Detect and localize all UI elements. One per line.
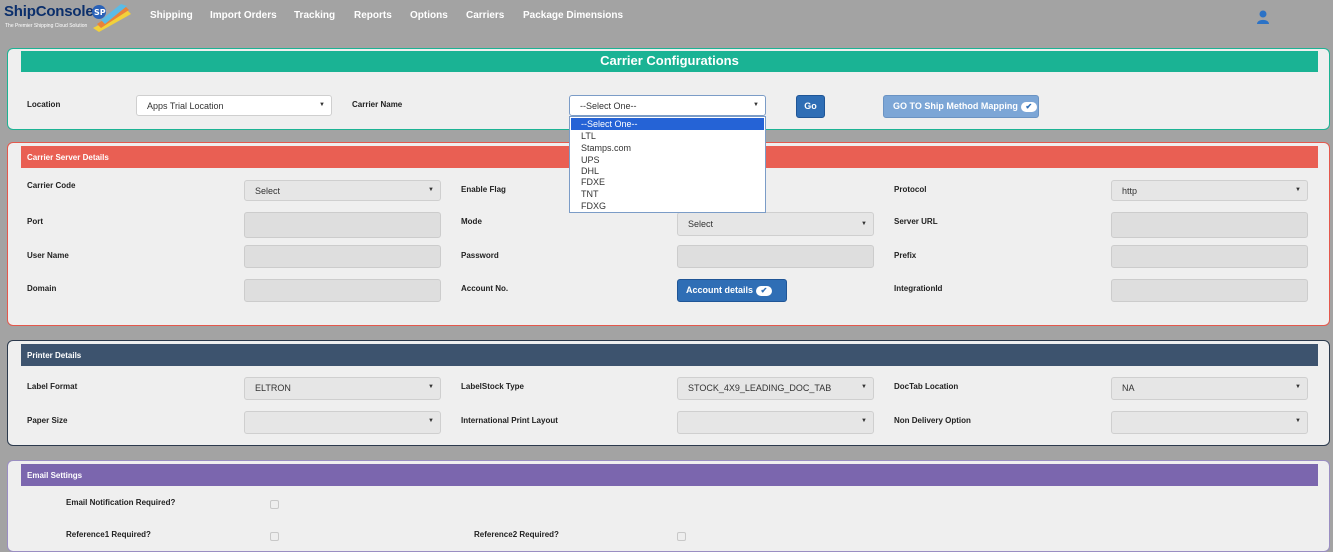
- carrier-name-value: --Select One--: [580, 101, 637, 111]
- password-label: Password: [461, 251, 499, 260]
- carrier-name-label: Carrier Name: [352, 100, 403, 109]
- chevron-down-icon: ▼: [1295, 384, 1301, 390]
- port-input[interactable]: [244, 212, 441, 238]
- nav-tracking[interactable]: Tracking: [294, 10, 335, 21]
- mode-value: Select: [688, 219, 714, 229]
- integration-id-input[interactable]: [1111, 279, 1308, 302]
- chevron-down-icon: ▼: [319, 102, 325, 108]
- paper-size-select[interactable]: ▼: [244, 411, 441, 434]
- mode-label: Mode: [461, 217, 482, 226]
- email-notification-checkbox[interactable]: [270, 500, 279, 509]
- protocol-label: Protocol: [894, 185, 927, 194]
- logo-graphic-icon: SP: [92, 4, 131, 32]
- email-notification-label: Email Notification Required?: [66, 498, 176, 507]
- user-name-input[interactable]: [244, 245, 441, 268]
- user-icon[interactable]: [1255, 9, 1271, 25]
- carrier-option[interactable]: Stamps.com: [571, 142, 764, 154]
- location-value: Apps Trial Location: [147, 101, 224, 111]
- protocol-value: http: [1122, 186, 1138, 196]
- chevron-down-icon: ▼: [861, 221, 867, 227]
- carrier-option[interactable]: FDXG: [571, 200, 764, 212]
- integration-id-label: IntegrationId: [894, 284, 943, 293]
- account-no-label: Account No.: [461, 284, 509, 293]
- server-url-label: Server URL: [894, 217, 938, 226]
- prefix-label: Prefix: [894, 251, 917, 260]
- doctab-location-value: NA: [1122, 383, 1135, 393]
- nav-reports[interactable]: Reports: [354, 10, 392, 21]
- doctab-location-label: DocTab Location: [894, 382, 959, 391]
- logo-tagline: The Premier Shipping Cloud Solution: [5, 23, 88, 29]
- location-label: Location: [27, 100, 61, 109]
- email-settings-header: [21, 464, 1318, 486]
- svg-text:SP: SP: [94, 8, 106, 17]
- reference1-label: Reference1 Required?: [66, 530, 151, 539]
- location-select[interactable]: Apps Trial Location ▼: [136, 95, 332, 116]
- labelstock-type-value: STOCK_4X9_LEADING_DOC_TAB: [688, 383, 832, 393]
- port-label: Port: [27, 217, 43, 226]
- carrier-option[interactable]: --Select One--: [571, 118, 764, 130]
- non-delivery-option-label: Non Delivery Option: [894, 416, 971, 425]
- page-title: Carrier Configurations: [600, 53, 739, 68]
- carrier-code-label: Carrier Code: [27, 181, 76, 190]
- mode-select[interactable]: Select ▼: [677, 212, 874, 236]
- label-format-label: Label Format: [27, 382, 78, 391]
- chevron-down-icon: ▼: [428, 187, 434, 193]
- chevron-down-icon: ▼: [861, 384, 867, 390]
- carrier-option[interactable]: TNT: [571, 188, 764, 200]
- printer-details-title: Printer Details: [27, 351, 82, 360]
- server-url-input[interactable]: [1111, 212, 1308, 238]
- user-name-label: User Name: [27, 251, 69, 260]
- international-print-layout-select[interactable]: ▼: [677, 411, 874, 434]
- non-delivery-option-select[interactable]: ▼: [1111, 411, 1308, 434]
- go-button[interactable]: Go: [796, 95, 825, 118]
- carrier-option[interactable]: FDXE: [571, 176, 764, 188]
- chevron-down-icon: ▼: [428, 384, 434, 390]
- logo-text: ShipConsole: [4, 3, 94, 20]
- domain-input[interactable]: [244, 279, 441, 302]
- ship-method-mapping-button[interactable]: GO TO Ship Method Mapping ✔: [883, 95, 1039, 118]
- carrier-server-title: Carrier Server Details: [27, 153, 109, 162]
- check-icon: ✔: [756, 285, 773, 296]
- printer-details-header: [21, 344, 1318, 366]
- labelstock-type-select[interactable]: STOCK_4X9_LEADING_DOC_TAB ▼: [677, 377, 874, 400]
- prefix-input[interactable]: [1111, 245, 1308, 268]
- account-details-button[interactable]: Account details ✔: [677, 279, 787, 302]
- account-details-label: Account details: [686, 285, 754, 295]
- nav-carriers[interactable]: Carriers: [466, 10, 504, 21]
- ship-method-mapping-label: GO TO Ship Method Mapping: [893, 101, 1018, 111]
- nav-shipping[interactable]: Shipping: [150, 10, 193, 21]
- domain-label: Domain: [27, 284, 57, 293]
- enable-flag-label: Enable Flag: [461, 185, 506, 194]
- label-format-select[interactable]: ELTRON ▼: [244, 377, 441, 400]
- international-print-layout-label: International Print Layout: [461, 416, 558, 425]
- nav-import-orders[interactable]: Import Orders: [210, 10, 277, 21]
- logo[interactable]: ShipConsole The Premier Shipping Cloud S…: [3, 2, 133, 34]
- paper-size-label: Paper Size: [27, 416, 68, 425]
- chevron-down-icon: ▼: [753, 102, 759, 108]
- protocol-select[interactable]: http ▼: [1111, 180, 1308, 201]
- chevron-down-icon: ▼: [861, 418, 867, 424]
- doctab-location-select[interactable]: NA ▼: [1111, 377, 1308, 400]
- chevron-down-icon: ▼: [428, 418, 434, 424]
- reference2-label: Reference2 Required?: [474, 530, 559, 539]
- carrier-option[interactable]: LTL: [571, 130, 764, 142]
- chevron-down-icon: ▼: [1295, 418, 1301, 424]
- carrier-name-select[interactable]: --Select One-- ▼: [569, 95, 766, 116]
- nav-options[interactable]: Options: [410, 10, 448, 21]
- email-settings-title: Email Settings: [27, 471, 83, 480]
- check-icon: ✔: [1020, 101, 1037, 112]
- nav-package-dimensions[interactable]: Package Dimensions: [523, 10, 623, 21]
- carrier-name-dropdown-list: --Select One-- LTL Stamps.com UPS DHL FD…: [569, 116, 766, 213]
- label-format-value: ELTRON: [255, 383, 291, 393]
- chevron-down-icon: ▼: [1295, 187, 1301, 193]
- carrier-code-select[interactable]: Select ▼: [244, 180, 441, 201]
- labelstock-type-label: LabelStock Type: [461, 382, 524, 391]
- password-input[interactable]: [677, 245, 874, 268]
- carrier-code-value: Select: [255, 186, 281, 196]
